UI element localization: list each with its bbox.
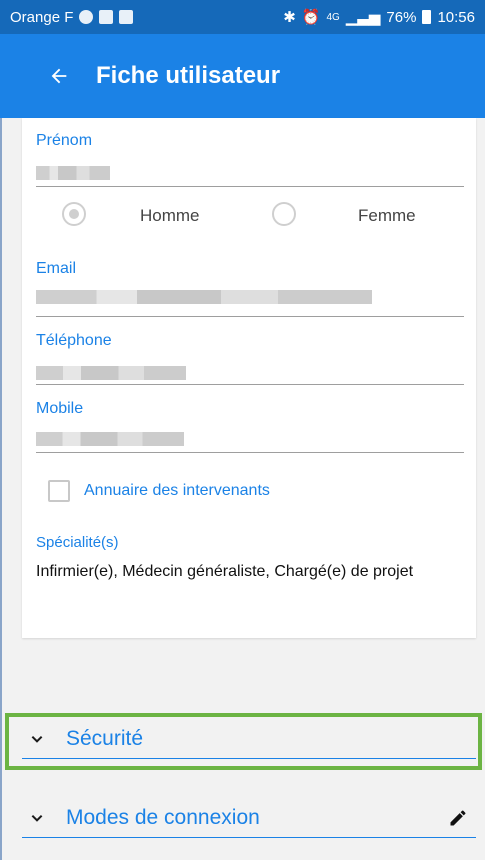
app-bar: Fiche utilisateur xyxy=(0,34,485,118)
signal-icon: ▁▃▅ xyxy=(345,9,381,26)
clock: 10:56 xyxy=(437,8,475,26)
mobile-label: Mobile xyxy=(36,400,84,417)
highlight-box xyxy=(5,713,482,770)
email-field[interactable] xyxy=(36,290,372,304)
radio-femme[interactable] xyxy=(272,202,296,226)
email-underline xyxy=(36,316,464,317)
battery-icon xyxy=(422,10,432,24)
image-notification-icon xyxy=(99,10,114,24)
telephone-field[interactable] xyxy=(36,366,186,380)
section-modes-connexion-underline xyxy=(22,837,476,838)
mobile-underline xyxy=(36,452,464,453)
prenom-underline xyxy=(36,186,464,187)
chevron-down-icon xyxy=(22,803,52,833)
page-title: Fiche utilisateur xyxy=(96,62,281,89)
mobile-field[interactable] xyxy=(36,432,184,446)
prenom-label: Prénom xyxy=(36,132,93,149)
battery-level: 76% xyxy=(386,8,417,26)
carrier-name: Orange F xyxy=(10,8,74,26)
notification-icon xyxy=(79,10,94,24)
annuaire-checkbox-label[interactable]: Annuaire des intervenants xyxy=(84,482,270,500)
pencil-icon xyxy=(450,810,466,826)
radio-homme-label: Homme xyxy=(140,206,200,225)
network-type: 4G xyxy=(326,11,340,23)
status-bar: Orange F ✱ ⏰ 4G ▁▃▅ 76% 10:56 xyxy=(0,0,485,34)
radio-homme[interactable] xyxy=(62,202,86,226)
radio-femme-label: Femme xyxy=(358,206,416,225)
prenom-field[interactable] xyxy=(36,166,110,180)
telephone-label: Téléphone xyxy=(36,332,112,349)
status-right: ✱ ⏰ 4G ▁▃▅ 76% 10:56 xyxy=(283,8,475,27)
section-modes-connexion[interactable]: Modes de connexion xyxy=(22,798,476,838)
edit-button[interactable] xyxy=(444,804,472,832)
status-left: Orange F xyxy=(10,8,134,26)
arrow-left-icon xyxy=(51,68,67,84)
email-label: Email xyxy=(36,260,77,277)
user-form-card: Prénom Homme Femme Email Téléphone Mobil… xyxy=(22,118,476,638)
specialites-label: Spécialité(s) xyxy=(36,534,119,551)
back-button[interactable] xyxy=(36,53,82,99)
left-divider xyxy=(0,118,2,860)
gender-radio-group: Homme Femme xyxy=(36,198,464,232)
alarm-icon: ⏰ xyxy=(301,9,321,26)
specialites-value: Infirmier(e), Médecin généraliste, Charg… xyxy=(36,563,414,580)
section-modes-connexion-title: Modes de connexion xyxy=(66,806,260,829)
telephone-underline xyxy=(36,384,464,385)
annuaire-checkbox[interactable] xyxy=(48,480,70,502)
calendar-notification-icon xyxy=(119,10,134,24)
bluetooth-icon: ✱ xyxy=(283,9,296,26)
